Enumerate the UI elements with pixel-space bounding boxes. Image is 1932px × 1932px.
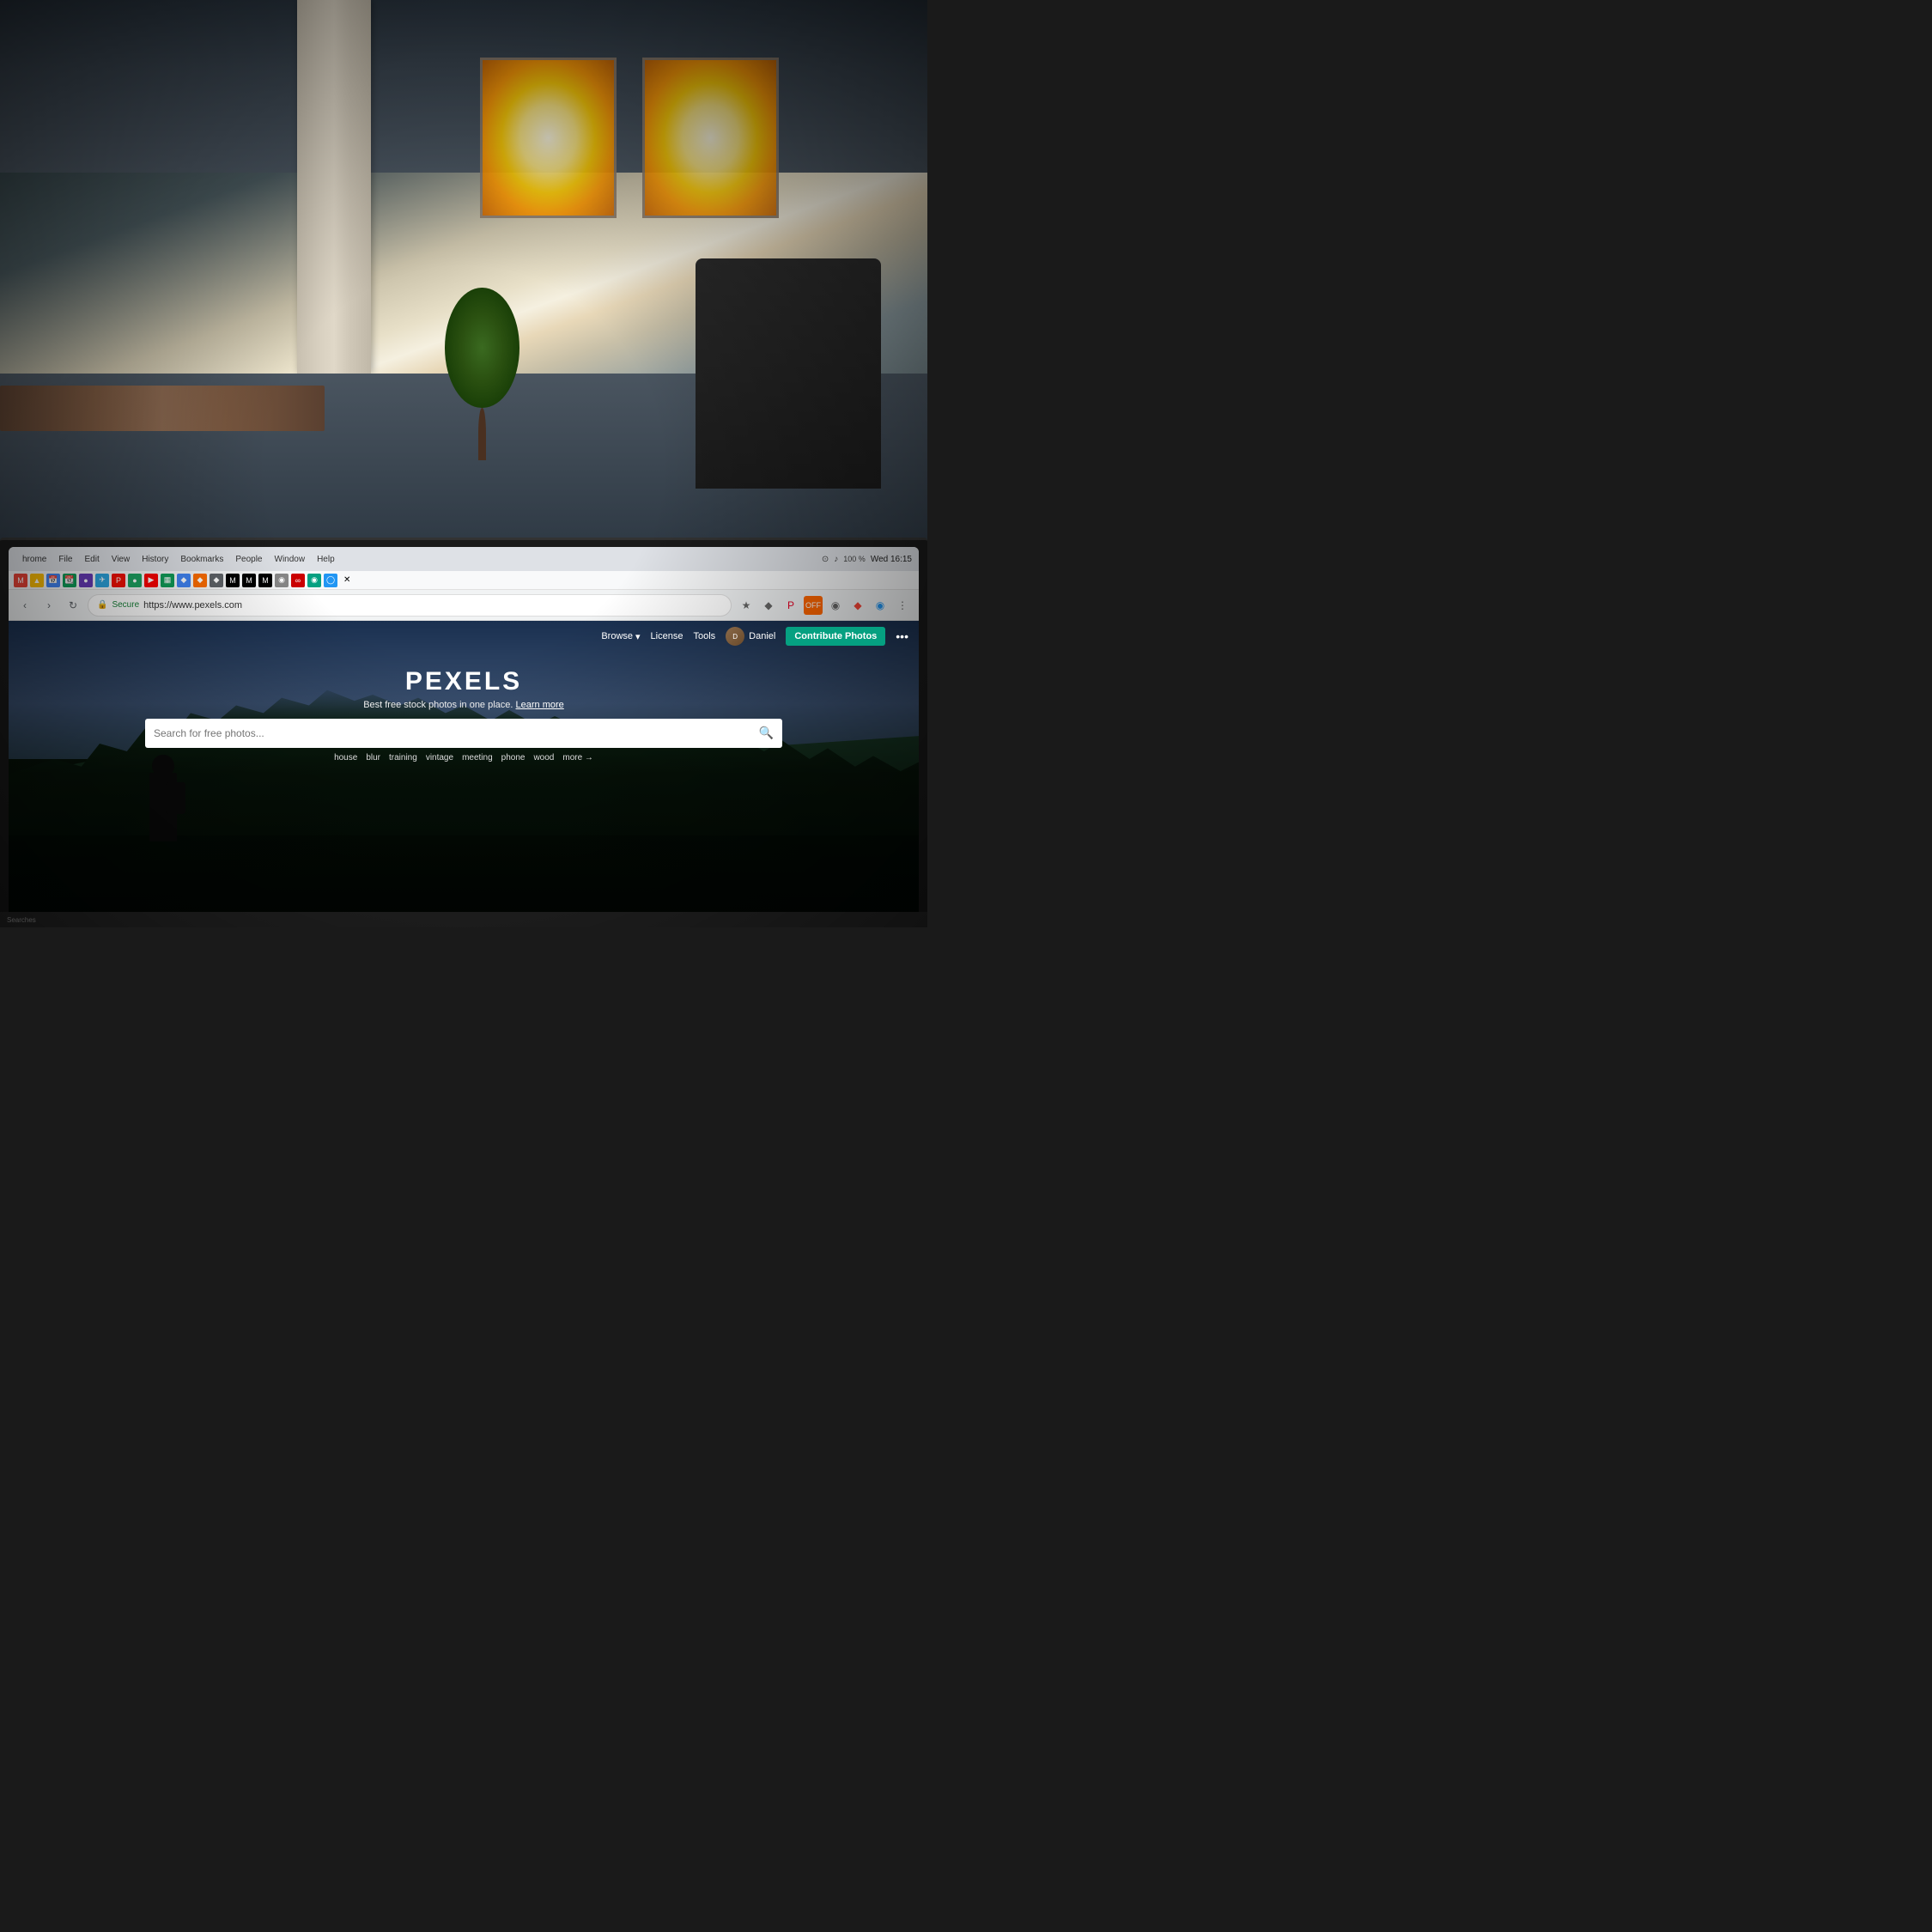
ext9-icon[interactable]: ∞ xyxy=(291,574,305,587)
menu-file[interactable]: File xyxy=(58,555,72,564)
pexels-search-icon: 🔍 xyxy=(759,726,774,740)
ext4-icon[interactable]: ◆ xyxy=(193,574,207,587)
calendar2-icon[interactable]: 📆 xyxy=(63,574,76,587)
user-name: Daniel xyxy=(749,631,775,641)
chrome-ext-icon1[interactable]: ◆ xyxy=(759,596,778,615)
pexels-search-input[interactable] xyxy=(154,727,759,739)
menu-people[interactable]: People xyxy=(235,555,262,564)
search-tag-training[interactable]: training xyxy=(389,753,417,762)
reload-button[interactable]: ↻ xyxy=(64,596,82,615)
menu-chrome[interactable]: hrome xyxy=(22,555,46,564)
gmail-icon[interactable]: M xyxy=(14,574,27,587)
extension-icons: M ▲ 📅 📆 ● ✈ P ● ▶ ▦ ◆ ◆ ◆ M M M ◉ ∞ ◉ ◯ xyxy=(14,574,350,587)
chrome-menu: hrome File Edit View History Bookmarks P… xyxy=(22,555,335,564)
back-button[interactable]: ‹ xyxy=(15,596,34,615)
taskbar: Searches xyxy=(0,912,927,927)
ext11-icon[interactable]: ◯ xyxy=(324,574,337,587)
medium-icon[interactable]: M xyxy=(226,574,240,587)
pexels-hero-content: PEXELS Best free stock photos in one pla… xyxy=(145,667,782,762)
user-avatar: D xyxy=(726,627,744,646)
chrome-extension-bar: M ▲ 📅 📆 ● ✈ P ● ▶ ▦ ◆ ◆ ◆ M M M ◉ ∞ ◉ ◯ xyxy=(9,571,919,590)
forward-button[interactable]: › xyxy=(39,596,58,615)
learn-more-link[interactable]: Learn more xyxy=(516,700,564,710)
pinterest-icon[interactable]: P xyxy=(781,596,800,615)
clock-display: Wed 16:15 xyxy=(871,555,912,564)
ext10-icon[interactable]: ◉ xyxy=(307,574,321,587)
search-tag-wood[interactable]: wood xyxy=(533,753,554,762)
pexels-website: Browse ▾ License Tools D xyxy=(9,621,919,927)
ext8-icon[interactable]: ◉ xyxy=(275,574,289,587)
chrome-titlebar: hrome File Edit View History Bookmarks P… xyxy=(9,547,919,571)
chrome-ext-icon5[interactable]: ◉ xyxy=(871,596,890,615)
battery-display: 100 % xyxy=(843,555,866,563)
ext6-icon[interactable]: M xyxy=(242,574,256,587)
hero-person-silhouette xyxy=(136,750,191,841)
search-tag-blur[interactable]: blur xyxy=(366,753,380,762)
pexels-search-bar[interactable]: 🔍 xyxy=(145,719,782,748)
ext3-icon[interactable]: ◆ xyxy=(177,574,191,587)
menu-help[interactable]: Help xyxy=(317,555,335,564)
pexels-navbar: Browse ▾ License Tools D xyxy=(9,621,919,652)
bookmark-star-icon[interactable]: ★ xyxy=(737,596,756,615)
youtube-icon[interactable]: ▶ xyxy=(144,574,158,587)
browser-window: hrome File Edit View History Bookmarks P… xyxy=(9,547,919,927)
ext7-icon[interactable]: M xyxy=(258,574,272,587)
license-nav-link[interactable]: License xyxy=(651,631,683,641)
search-tag-phone[interactable]: phone xyxy=(501,753,526,762)
chrome-ext-icon4[interactable]: ◆ xyxy=(848,596,867,615)
menu-view[interactable]: View xyxy=(112,555,131,564)
search-tag-house[interactable]: house xyxy=(334,753,357,762)
sound-icon: ♪ xyxy=(834,555,838,564)
sheets-icon[interactable]: ▦ xyxy=(161,574,174,587)
search-tag-more[interactable]: more → xyxy=(562,753,593,762)
user-profile-nav[interactable]: D Daniel xyxy=(726,627,775,646)
pdf-icon[interactable]: P xyxy=(112,574,125,587)
wifi-icon: ⊙ xyxy=(822,555,829,564)
menu-window[interactable]: Window xyxy=(275,555,306,564)
url-text: https://www.pexels.com xyxy=(143,600,242,611)
secure-label: Secure xyxy=(112,600,139,610)
search-tag-meeting[interactable]: meeting xyxy=(462,753,493,762)
browse-chevron-icon: ▾ xyxy=(635,631,641,642)
tools-nav-link[interactable]: Tools xyxy=(693,631,715,641)
nav-more-icon[interactable]: ••• xyxy=(896,629,908,643)
url-bar[interactable]: 🔒 Secure https://www.pexels.com xyxy=(88,594,732,617)
browse-nav-link[interactable]: Browse ▾ xyxy=(601,631,640,642)
pexels-logo: PEXELS xyxy=(405,667,522,696)
nav-links: Browse ▾ License Tools D xyxy=(601,627,908,646)
ext5-icon[interactable]: ◆ xyxy=(210,574,223,587)
monitor-frame: hrome File Edit View History Bookmarks P… xyxy=(0,538,927,927)
ext1-icon[interactable]: ● xyxy=(79,574,93,587)
chrome-ext-icon3[interactable]: ◉ xyxy=(826,596,845,615)
drive-icon[interactable]: ▲ xyxy=(30,574,44,587)
pexels-search-tags: house blur training vintage meeting phon… xyxy=(334,753,593,762)
system-icons: ⊙ ♪ 100 % Wed 16:15 xyxy=(822,555,912,564)
telegram-icon[interactable]: ✈ xyxy=(95,574,109,587)
contribute-photos-button[interactable]: Contribute Photos xyxy=(786,627,885,646)
menu-edit[interactable]: Edit xyxy=(84,555,99,564)
search-tag-vintage[interactable]: vintage xyxy=(426,753,453,762)
menu-history[interactable]: History xyxy=(142,555,168,564)
taskbar-search-label: Searches xyxy=(7,916,36,924)
menu-bookmarks[interactable]: Bookmarks xyxy=(180,555,223,564)
pexels-tagline: Best free stock photos in one place. Lea… xyxy=(363,700,564,710)
chrome-ext-icon2[interactable]: OFF xyxy=(804,596,823,615)
ext2-icon[interactable]: ● xyxy=(128,574,142,587)
chrome-addressbar: ‹ › ↻ 🔒 Secure https://www.pexels.com ★ … xyxy=(9,590,919,621)
secure-icon: 🔒 xyxy=(97,600,107,610)
calendar-icon[interactable]: 📅 xyxy=(46,574,60,587)
background-photo xyxy=(0,0,927,575)
chrome-toolbar-icons: ★ ◆ P OFF ◉ ◆ ◉ ⋮ xyxy=(737,596,912,615)
close-tab-icon[interactable]: ✕ xyxy=(343,575,350,585)
chrome-settings-icon[interactable]: ⋮ xyxy=(893,596,912,615)
